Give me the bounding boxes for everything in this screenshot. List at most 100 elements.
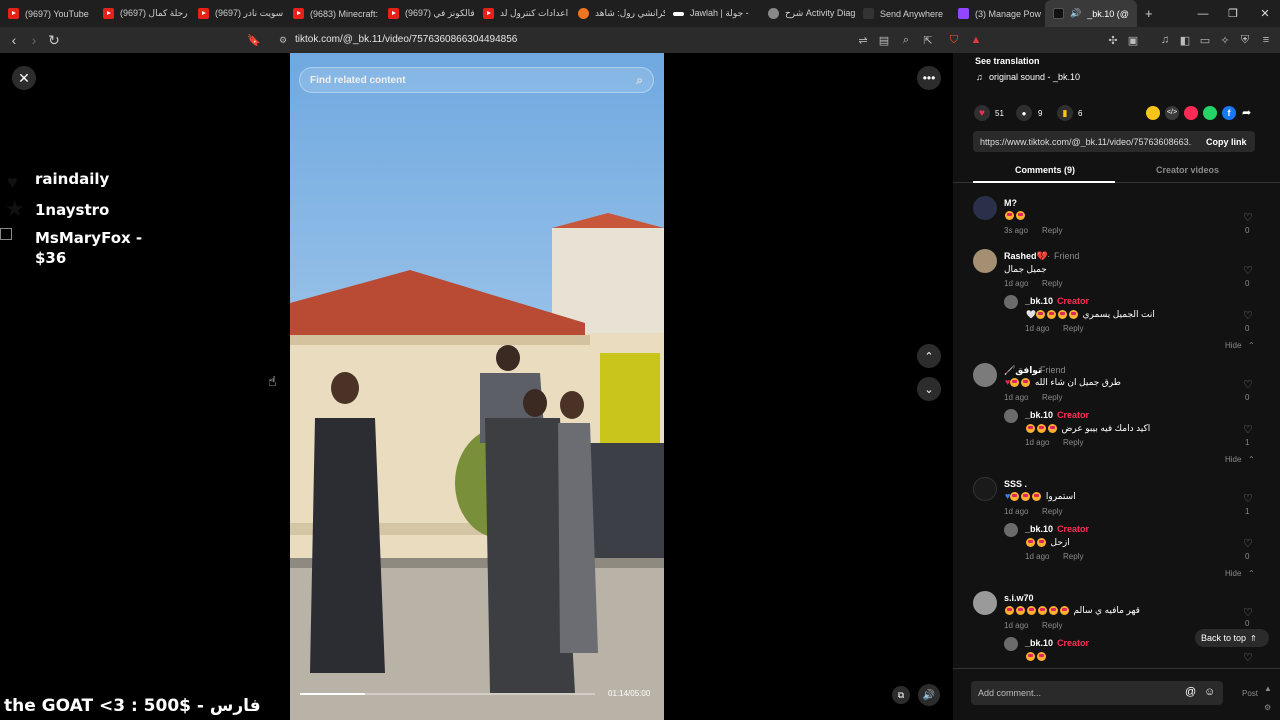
browser-tab[interactable]: (9697) فالكونز في: [380, 0, 475, 27]
reply-username[interactable]: _bk.10: [1025, 638, 1053, 648]
send-icon[interactable]: [1184, 106, 1198, 120]
reply-username[interactable]: _bk.10: [1025, 410, 1053, 420]
reply-username[interactable]: _bk.10: [1025, 296, 1053, 306]
avatar[interactable]: [1004, 523, 1018, 537]
coin-icon[interactable]: [1146, 106, 1160, 120]
browser-tab[interactable]: (9697) رحلة كمال: [95, 0, 190, 27]
comment-like-icon[interactable]: ♡: [1243, 378, 1253, 391]
reply-button[interactable]: Reply: [1042, 621, 1062, 630]
minimize-icon[interactable]: —: [1188, 0, 1218, 27]
comment-like-icon[interactable]: ♡: [1243, 211, 1253, 224]
share-arrow-icon[interactable]: ➦: [1242, 106, 1251, 119]
comment-like-icon[interactable]: ♡: [1243, 309, 1253, 322]
avatar[interactable]: [973, 196, 997, 220]
browser-tab[interactable]: Jawlah | جولة -: [665, 0, 760, 27]
comment-like-icon[interactable]: ♡: [1243, 606, 1253, 619]
browser-tab[interactable]: (9697) YouTube: [0, 0, 95, 27]
comment-like-icon[interactable]: ♡: [1243, 492, 1253, 505]
avatar[interactable]: [1004, 409, 1018, 423]
settings-small-icon[interactable]: ⚙: [1264, 703, 1271, 712]
embed-icon[interactable]: </>: [1165, 106, 1179, 120]
more-options-icon[interactable]: •••: [917, 66, 941, 90]
avatar[interactable]: [973, 591, 997, 615]
comment-icon[interactable]: ●: [1016, 105, 1032, 121]
new-tab-button[interactable]: +: [1137, 0, 1161, 27]
comment-like-icon[interactable]: ♡: [1243, 423, 1253, 436]
video-player[interactable]: 01:14/05:00: [290, 53, 664, 720]
hide-replies-button[interactable]: Hide: [1225, 569, 1241, 578]
vpn-icon[interactable]: ⛨: [1237, 32, 1253, 48]
like-icon[interactable]: ♥: [974, 105, 990, 121]
maximize-icon[interactable]: ❐: [1218, 0, 1248, 27]
chevron-up-icon[interactable]: ⌃: [1248, 569, 1255, 578]
bookmark-save-icon[interactable]: ▮: [1057, 105, 1073, 121]
pip-icon[interactable]: ⧉: [892, 686, 910, 704]
browser-tab[interactable]: (9683) Minecraft:: [285, 0, 380, 27]
reply-username[interactable]: _bk.10: [1025, 524, 1053, 534]
share-page-icon[interactable]: ⇱: [920, 32, 936, 48]
facebook-icon[interactable]: f: [1222, 106, 1236, 120]
url-input[interactable]: tiktok.com/@_bk.11/video/757636086630449…: [295, 34, 517, 45]
browser-tab[interactable]: اعدادات كنترول لد: [475, 0, 570, 27]
chevron-up-icon[interactable]: ⌃: [1248, 341, 1255, 350]
close-window-icon[interactable]: ✕: [1250, 0, 1280, 27]
comment-username[interactable]: SSS .: [1004, 479, 1027, 489]
reply-button[interactable]: Reply: [1042, 393, 1062, 402]
comment-username[interactable]: s.i.w70: [1004, 593, 1034, 603]
forward-icon[interactable]: ›: [24, 27, 44, 53]
leo-ai-icon[interactable]: ✧: [1217, 32, 1233, 48]
browser-tab[interactable]: Send Anywhere: [855, 0, 950, 27]
back-to-top-button[interactable]: Back to top ⇑: [1195, 629, 1269, 647]
comment-like-icon[interactable]: ♡: [1243, 264, 1253, 277]
scroll-up-icon[interactable]: ▲: [1264, 684, 1272, 693]
emoji-icon[interactable]: ☺: [1204, 686, 1215, 698]
previous-video-icon[interactable]: ⌃: [917, 344, 941, 368]
avatar[interactable]: [973, 249, 997, 273]
reply-button[interactable]: Reply: [1063, 552, 1083, 561]
find-related-search[interactable]: Find related content ⌕: [299, 67, 654, 93]
comment-like-icon[interactable]: ♡: [1243, 537, 1253, 550]
reply-button[interactable]: Reply: [1042, 279, 1062, 288]
bookmark-icon[interactable]: 🔖: [246, 32, 262, 48]
avatar[interactable]: [1004, 637, 1018, 651]
wallet-icon[interactable]: ▭: [1197, 32, 1213, 48]
site-settings-icon[interactable]: ⚙: [275, 32, 291, 48]
zoom-icon[interactable]: ⌕: [898, 32, 914, 48]
search-icon[interactable]: ⌕: [636, 73, 643, 88]
comment-like-icon[interactable]: ♡: [1243, 651, 1253, 664]
reload-icon[interactable]: ↻: [44, 27, 64, 53]
tab-creator-videos[interactable]: Creator videos: [1156, 165, 1219, 175]
browser-tab[interactable]: شرح Activity Diagram: [760, 0, 855, 27]
mention-icon[interactable]: @: [1185, 686, 1196, 698]
close-video-button[interactable]: ✕: [12, 66, 36, 90]
translate-icon[interactable]: ⇌: [855, 32, 871, 48]
brave-rewards-icon[interactable]: ▲: [968, 32, 984, 48]
browser-tab[interactable]: كرانشي رول: شاهد: [570, 0, 665, 27]
browser-tab-active[interactable]: 🔊_bk.10 (@✕: [1045, 0, 1137, 27]
see-translation-link[interactable]: See translation: [975, 56, 1040, 66]
back-icon[interactable]: ‹: [4, 27, 24, 53]
chevron-up-icon[interactable]: ⌃: [1248, 455, 1255, 464]
avatar[interactable]: [973, 363, 997, 387]
browser-tab[interactable]: (3) Manage Pow: [950, 0, 1045, 27]
comment-username[interactable]: M?: [1004, 198, 1017, 208]
browser-tab[interactable]: (9697) سويت نادر: [190, 0, 285, 27]
volume-icon[interactable]: 🔊: [918, 684, 940, 706]
sidebar-toggle-icon[interactable]: ◧: [1177, 32, 1193, 48]
tab-comments[interactable]: Comments (9): [1015, 165, 1075, 175]
menu-icon[interactable]: ≡: [1258, 32, 1274, 48]
avatar[interactable]: [973, 477, 997, 501]
next-video-icon[interactable]: ⌄: [917, 377, 941, 401]
post-button[interactable]: Post: [1242, 689, 1258, 698]
reply-button[interactable]: Reply: [1042, 226, 1062, 235]
brave-shield-icon[interactable]: ⛉: [946, 32, 962, 48]
copy-link-button[interactable]: Copy link: [1206, 137, 1247, 147]
sound-link[interactable]: original sound - _bk.10: [989, 72, 1080, 82]
avatar[interactable]: [1004, 295, 1018, 309]
video-link-text[interactable]: https://www.tiktok.com/@_bk.11/video/757…: [980, 137, 1192, 147]
hide-replies-button[interactable]: Hide: [1225, 341, 1241, 350]
reader-icon[interactable]: ▤: [876, 32, 892, 48]
media-icon[interactable]: ♫: [1157, 32, 1173, 48]
whatsapp-icon[interactable]: [1203, 106, 1217, 120]
reply-button[interactable]: Reply: [1063, 438, 1083, 447]
